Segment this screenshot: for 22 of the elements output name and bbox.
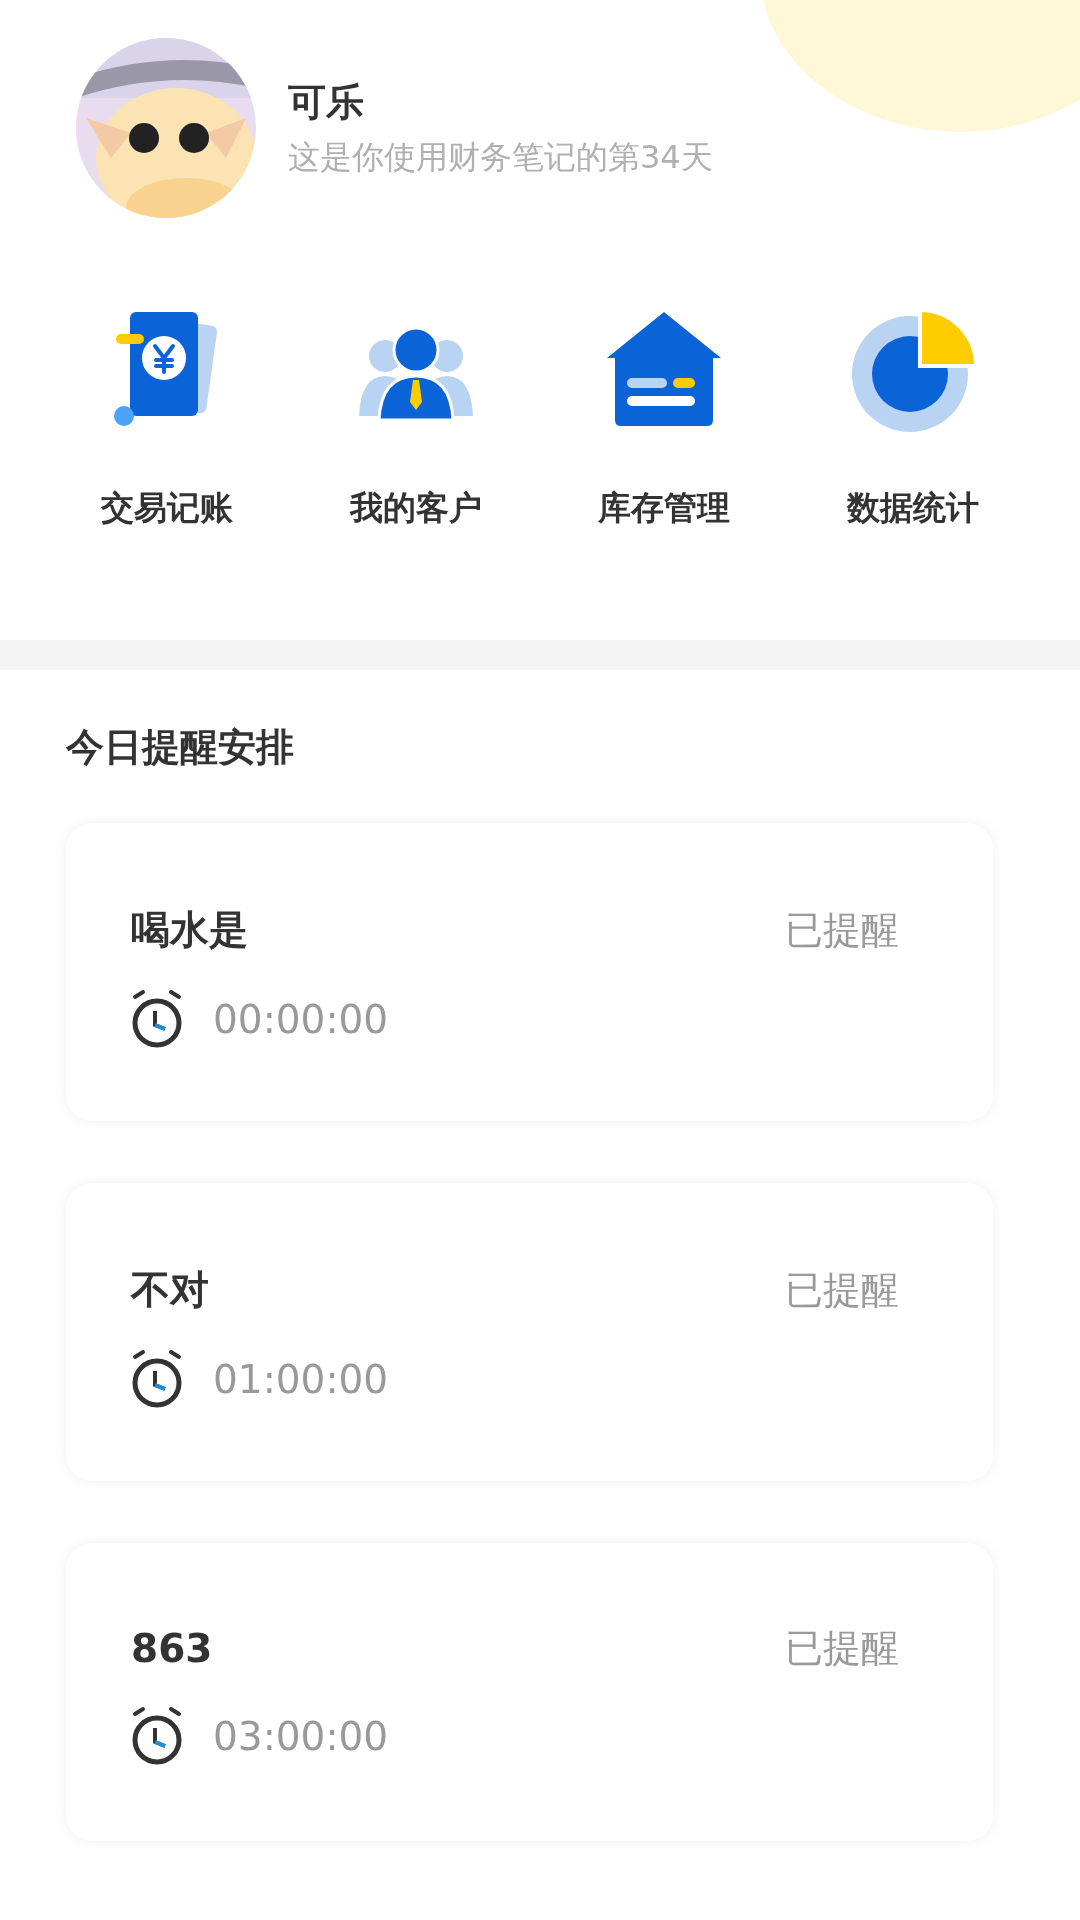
section-title: 今日提醒安排: [66, 724, 295, 771]
reminder-time: 01:00:00: [213, 1356, 389, 1402]
reminder-title: 863: [131, 1626, 213, 1671]
alarm-clock-icon: [131, 1349, 183, 1409]
reminder-status: 已提醒: [785, 906, 899, 954]
shortcut-label[interactable]: 交易记账: [101, 486, 233, 531]
reminder-card[interactable]: 喝水是 已提醒 00:00:00: [66, 823, 993, 1121]
reminder-card[interactable]: 863 已提醒 03:00:00: [66, 1543, 993, 1841]
shortcut-label[interactable]: 库存管理: [598, 486, 731, 531]
reminder-time: 03:00:00: [213, 1713, 389, 1759]
reminder-title: 不对: [131, 1266, 209, 1314]
usage-days-text: 这是你使用财务笔记的第34天: [288, 136, 713, 178]
reminder-title: 喝水是: [131, 906, 248, 954]
reminder-status: 已提醒: [785, 1266, 899, 1314]
user-name: 可乐: [288, 78, 365, 126]
reminder-card[interactable]: 不对 已提醒 01:00:00: [66, 1183, 993, 1481]
reminder-time: 00:00:00: [213, 996, 389, 1042]
alarm-clock-icon: [131, 989, 183, 1049]
reminder-status: 已提醒: [785, 1625, 899, 1672]
alarm-clock-icon: [131, 1706, 183, 1766]
shortcut-label[interactable]: 我的客户: [349, 486, 482, 531]
shortcut-label[interactable]: 数据统计: [846, 486, 979, 531]
